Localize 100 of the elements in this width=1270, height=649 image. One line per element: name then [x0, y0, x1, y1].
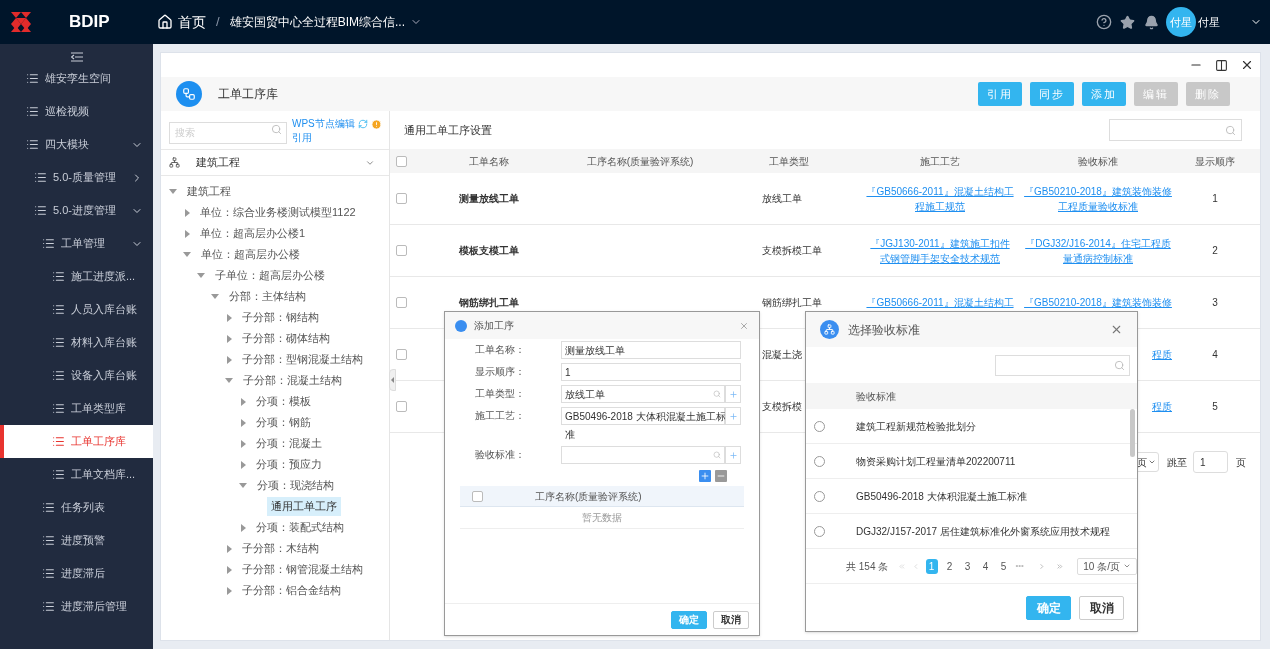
- triangle-icon[interactable]: [227, 565, 232, 574]
- sidebar-item[interactable]: 工单管理: [0, 227, 153, 260]
- tree-node[interactable]: 子分部：铝合金结构: [238, 581, 345, 600]
- tree-node[interactable]: 子分部：混凝土结构: [239, 371, 346, 390]
- standard-link[interactable]: 『DGJ32/J16-2014』住宅工程质量通病控制标准: [1018, 235, 1178, 266]
- page-number[interactable]: 2: [943, 558, 956, 574]
- remove-row-button[interactable]: [715, 470, 727, 482]
- wps-edit-link[interactable]: WPS节点编辑: [292, 117, 355, 131]
- project-select[interactable]: 建筑工程: [161, 149, 389, 176]
- triangle-icon[interactable]: [241, 397, 246, 406]
- triangle-icon[interactable]: [227, 586, 232, 595]
- input-field[interactable]: 测量放线工单: [561, 341, 741, 359]
- star-icon[interactable]: [1120, 14, 1135, 30]
- search-field[interactable]: [1109, 119, 1242, 141]
- list-row[interactable]: DGJ32/J157-2017 居住建筑标准化外窗系统应用技术规程: [806, 514, 1137, 549]
- input-field[interactable]: 放线工单: [561, 385, 725, 403]
- triangle-icon[interactable]: [227, 544, 232, 553]
- checkbox[interactable]: [396, 297, 407, 308]
- search-field[interactable]: [995, 354, 1130, 376]
- sidebar-item[interactable]: 5.0-进度管理: [0, 194, 153, 227]
- page-size-select[interactable]: 10 条/页: [1077, 557, 1137, 575]
- table-row[interactable]: 模板支模工单 支模拆模工单 『JGJ130-2011』建筑施工扣件式钢管脚手架安全技术规范 『DGJ32/J16-2014』住宅工程质量通病控制标准 2: [390, 225, 1260, 277]
- list-row[interactable]: GB50496-2018 大体积混凝土施工标准: [806, 479, 1137, 514]
- alert-icon[interactable]: [370, 118, 382, 130]
- standard-link[interactable]: 『GB50210-2018』建筑装饰装修: [1018, 295, 1178, 310]
- triangle-icon[interactable]: [227, 334, 232, 343]
- checkbox[interactable]: [396, 155, 407, 167]
- sidebar-item[interactable]: 工单类型库: [0, 392, 153, 425]
- tree-node[interactable]: 子分部：型钢混凝土结构: [238, 350, 367, 369]
- triangle-icon[interactable]: [241, 523, 246, 532]
- add-row-button[interactable]: [699, 470, 711, 482]
- standard-link[interactable]: 『GB50666-2011』混凝土结构工: [862, 295, 1018, 310]
- tree-node[interactable]: 分项：混凝土: [252, 434, 326, 453]
- sidebar-item[interactable]: 巡检视频: [0, 95, 153, 128]
- page-number[interactable]: 4: [979, 558, 992, 574]
- dialog-button[interactable]: 取消: [713, 610, 749, 629]
- tree-node[interactable]: 分项：钢筋: [252, 413, 315, 432]
- scrollbar[interactable]: [1130, 409, 1135, 457]
- triangle-icon[interactable]: [239, 483, 247, 488]
- sidebar-item[interactable]: 设备入库台账: [0, 359, 153, 392]
- tree-node[interactable]: 单位：综合业务楼测试模型1122: [196, 203, 360, 222]
- dialog-button[interactable]: 取消: [1079, 595, 1124, 620]
- fit-width-icon[interactable]: [1215, 58, 1228, 72]
- sidebar-item[interactable]: 人员入库台账: [0, 293, 153, 326]
- triangle-icon[interactable]: [197, 273, 205, 278]
- tree-node[interactable]: 子分部：砌体结构: [238, 329, 334, 348]
- tree-node[interactable]: 通用工单工序: [267, 497, 341, 516]
- standard-link[interactable]: 『JGJ130-2011』建筑施工扣件式钢管脚手架安全技术规范: [862, 235, 1018, 266]
- input-field[interactable]: 1: [561, 363, 741, 381]
- triangle-icon[interactable]: [169, 189, 177, 194]
- breadcrumb-link[interactable]: 首页: [157, 11, 206, 33]
- triangle-icon[interactable]: [241, 460, 246, 469]
- triangle-icon[interactable]: [241, 439, 246, 448]
- bell-icon[interactable]: [1144, 14, 1159, 30]
- tree-node[interactable]: 分项：装配式结构: [252, 518, 348, 537]
- triangle-icon[interactable]: [241, 418, 246, 427]
- triangle-icon[interactable]: [225, 378, 233, 383]
- collapse-menu-icon[interactable]: [70, 52, 83, 62]
- sidebar-item[interactable]: 任务列表: [0, 491, 153, 524]
- sidebar-item[interactable]: 工单文档库...: [0, 458, 153, 491]
- tree-node[interactable]: 分项：模板: [252, 392, 315, 411]
- tree-node[interactable]: 单位：超高层办公楼: [197, 245, 304, 264]
- standard-link[interactable]: 『GB50210-2018』建筑装饰装修工程质量验收标准: [1018, 183, 1178, 214]
- triangle-icon[interactable]: [227, 313, 232, 322]
- checkbox[interactable]: [472, 490, 483, 502]
- triangle-icon[interactable]: [227, 355, 232, 364]
- triangle-icon[interactable]: [185, 208, 190, 217]
- sidebar-item[interactable]: 进度滞后管理: [0, 590, 153, 623]
- checkbox[interactable]: [396, 401, 407, 412]
- next-page-icon[interactable]: [1037, 561, 1046, 571]
- add-button[interactable]: [725, 407, 741, 425]
- checkbox[interactable]: [396, 245, 407, 256]
- sidebar-item[interactable]: 雄安孪生空间: [0, 62, 153, 95]
- sidebar-item[interactable]: 进度滞后: [0, 557, 153, 590]
- input-field[interactable]: GB50496-2018 大体积混凝土施工标: [561, 407, 725, 425]
- add-button[interactable]: [725, 446, 741, 464]
- tree-node[interactable]: 建筑工程: [183, 182, 235, 201]
- refresh-icon[interactable]: [357, 119, 368, 129]
- close-icon[interactable]: [1240, 58, 1254, 72]
- tree-node[interactable]: 子分部：木结构: [238, 539, 323, 558]
- checkbox[interactable]: [396, 193, 407, 204]
- triangle-icon[interactable]: [211, 294, 219, 299]
- page-number[interactable]: 5: [997, 558, 1010, 574]
- sidebar-item[interactable]: 进度预警: [0, 524, 153, 557]
- tree-node[interactable]: 子单位：超高层办公楼: [211, 266, 329, 285]
- standard-link[interactable]: 『GB50666-2011』混凝土结构工程施工规范: [862, 183, 1018, 214]
- user-name[interactable]: 付星: [1198, 13, 1250, 31]
- table-row[interactable]: 测量放线工单 放线工单 『GB50666-2011』混凝土结构工程施工规范 『GB50210-2018』建筑装饰装修工程质量验收标准 1: [390, 173, 1260, 225]
- tree-node[interactable]: 单位：超高层办公楼1: [196, 224, 310, 243]
- input-field[interactable]: [561, 446, 725, 464]
- triangle-icon[interactable]: [183, 252, 191, 257]
- sidebar-item[interactable]: 施工进度派...: [0, 260, 153, 293]
- last-page-icon[interactable]: [1055, 561, 1064, 571]
- sidebar-item[interactable]: 工单工序库: [0, 425, 153, 458]
- help-icon[interactable]: [1096, 14, 1112, 30]
- tree-node[interactable]: 分部：主体结构: [225, 287, 310, 306]
- tree-node[interactable]: 子分部：钢结构: [238, 308, 323, 327]
- triangle-icon[interactable]: [185, 229, 190, 238]
- checkbox[interactable]: [396, 349, 407, 360]
- tree-node[interactable]: 分项：现浇结构: [253, 476, 338, 495]
